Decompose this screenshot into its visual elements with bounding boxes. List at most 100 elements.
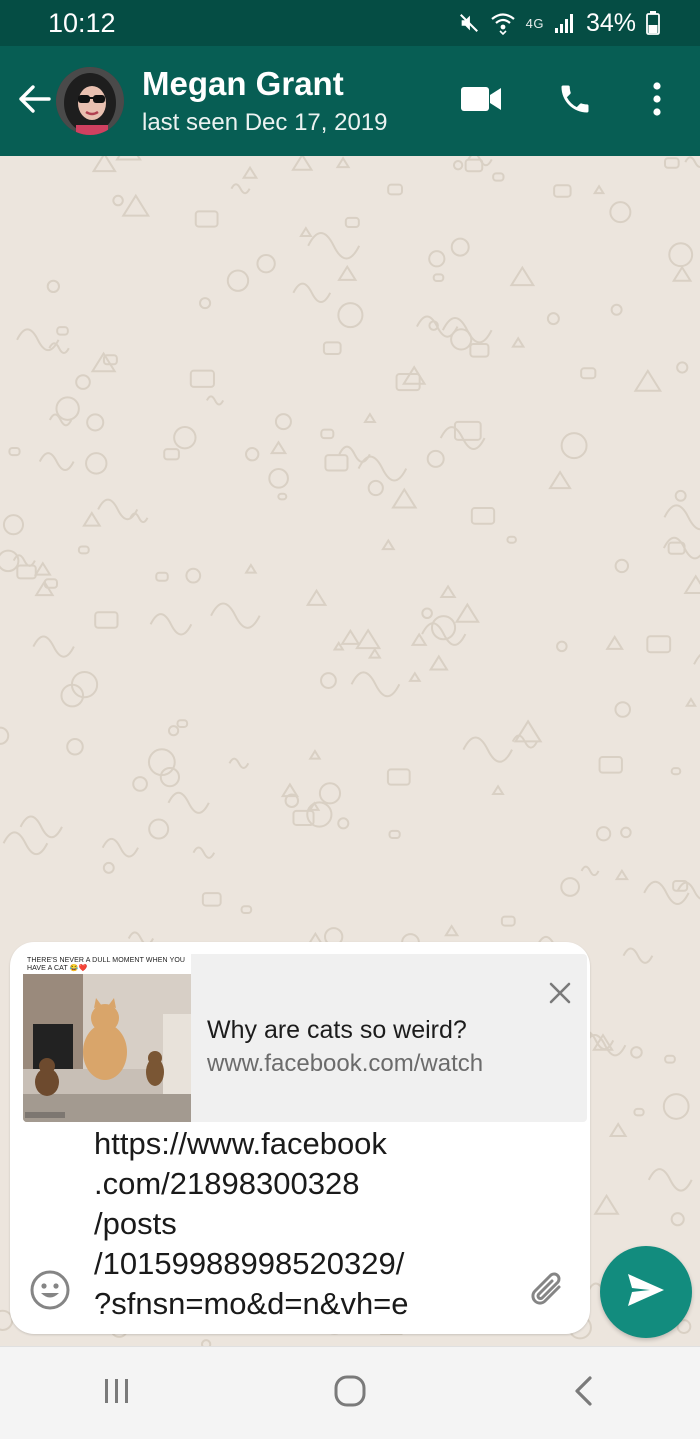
wallpaper-doodle [167, 791, 210, 814]
wallpaper-doodle [173, 425, 197, 450]
wallpaper-doodle [0, 549, 20, 573]
last-seen-status: last seen Dec 17, 2019 [142, 109, 388, 136]
wallpaper-doodle [337, 817, 350, 830]
wallpaper-doodle [337, 302, 364, 329]
back-nav-button[interactable] [523, 1347, 643, 1439]
emoji-button[interactable] [26, 1268, 74, 1316]
wallpaper-doodle [82, 511, 102, 527]
link-preview[interactable]: THERE'S NEVER A DULL MOMENT WHEN YOU HAV… [23, 954, 587, 1122]
wallpaper-doodle [33, 561, 52, 576]
preview-url: www.facebook.com/watch [207, 1050, 484, 1077]
thumbnail-caption: THERE'S NEVER A DULL MOMENT WHEN YOU HAV… [27, 957, 186, 972]
network-type-label: 4G [525, 15, 544, 31]
recent-apps-icon [102, 1377, 132, 1410]
wallpaper-doodle [428, 250, 446, 268]
wallpaper-doodle [546, 312, 560, 326]
wallpaper-doodle [0, 726, 10, 745]
send-icon [626, 1272, 666, 1313]
wallpaper-doodle [194, 210, 219, 228]
wallpaper-doodle [337, 264, 358, 281]
wallpaper-doodle [608, 1122, 628, 1137]
wallpaper-doodle [500, 915, 516, 927]
wallpaper-doodle [670, 767, 682, 776]
status-icons: 4G 34% [458, 9, 660, 38]
more-vert-icon [652, 81, 662, 121]
mute-icon [458, 12, 480, 34]
more-options-button[interactable] [622, 46, 692, 156]
wallpaper-doodle [633, 1107, 645, 1117]
wallpaper-doodle [149, 613, 193, 636]
wallpaper-doodle [320, 672, 337, 689]
wallpaper-doodle [491, 784, 505, 796]
wallpaper-doodle [614, 868, 629, 881]
wallpaper-doodle [668, 242, 694, 268]
wallpaper-doodle [38, 452, 75, 472]
wallpaper-doodle [410, 632, 428, 646]
wallpaper-doodle [674, 489, 687, 502]
back-button[interactable] [8, 46, 60, 156]
emoji-icon [29, 1269, 71, 1316]
wallpaper-doodle [192, 846, 216, 859]
wallpaper-doodle [388, 829, 401, 840]
wallpaper-doodle [2, 514, 25, 536]
wallpaper-doodle [386, 768, 411, 786]
paperclip-icon [527, 1269, 571, 1318]
message-composer: THERE'S NEVER A DULL MOMENT WHEN YOU HAV… [10, 942, 590, 1334]
wallpaper-doodle [256, 253, 276, 274]
wallpaper-doodle [8, 446, 21, 457]
close-preview-button[interactable] [545, 980, 575, 1010]
wallpaper-doodle [292, 282, 332, 304]
wallpaper-doodle [595, 826, 612, 842]
avatar[interactable] [56, 67, 124, 135]
wallpaper-doodle [556, 640, 568, 653]
wallpaper-doodle [444, 924, 460, 937]
wallpaper-doodle [91, 156, 117, 173]
wallpaper-doodle [450, 237, 470, 257]
cat-photo [23, 974, 191, 1122]
wallpaper-doodle [185, 567, 202, 584]
wallpaper-doodle [560, 432, 588, 460]
wallpaper-doodle [391, 487, 418, 509]
wallpaper-doodle [85, 452, 108, 475]
wallpaper-doodle [46, 279, 60, 294]
wallpaper-doodle [305, 588, 328, 606]
wallpaper-doodle [335, 156, 351, 169]
attach-button[interactable] [524, 1268, 574, 1318]
wallpaper-doodle [201, 892, 222, 907]
battery-percentage: 34% [585, 8, 636, 37]
message-input[interactable]: https://www.facebook .com/21898300328 /p… [94, 1124, 514, 1324]
wallpaper-doodle [102, 861, 115, 874]
wallpaper-doodle [670, 1212, 685, 1227]
wallpaper-doodle [580, 865, 600, 877]
wallpaper-doodle [605, 635, 624, 650]
wallpaper-doodle [622, 947, 654, 964]
wallpaper-doodle [421, 622, 467, 646]
wallpaper-doodle [176, 719, 189, 728]
wallpaper-doodle [647, 1168, 693, 1192]
wallpaper-doodle [291, 156, 314, 171]
wallpaper-doodle [462, 736, 513, 763]
wallpaper-doodle [439, 426, 486, 450]
wallpaper-doodle [159, 766, 181, 788]
send-button[interactable] [600, 1246, 692, 1338]
video-call-button[interactable] [434, 46, 528, 156]
wallpaper-doodle [592, 184, 606, 195]
wallpaper-doodle [189, 369, 215, 388]
wallpaper-doodle [307, 232, 361, 260]
wallpaper-doodle [244, 563, 258, 574]
wallpaper-doodle [112, 194, 124, 207]
home-button[interactable] [290, 1347, 410, 1439]
recent-apps-button[interactable] [57, 1347, 177, 1439]
wallpaper-doodle [381, 538, 396, 551]
contact-info[interactable]: Megan Grant last seen Dec 17, 2019 [142, 65, 388, 137]
wallpaper-doodle [163, 448, 180, 461]
wallpaper-doodle [663, 504, 700, 531]
voice-call-button[interactable] [528, 46, 622, 156]
wallpaper-doodle [548, 470, 572, 490]
wallpaper-doodle [464, 158, 484, 173]
wallpaper-doodle [2, 831, 49, 856]
wallpaper-doodle [269, 440, 288, 455]
chat-header: Megan Grant last seen Dec 17, 2019 [0, 46, 700, 156]
wallpaper-doodle [228, 757, 250, 770]
wallpaper-doodle [452, 160, 464, 171]
